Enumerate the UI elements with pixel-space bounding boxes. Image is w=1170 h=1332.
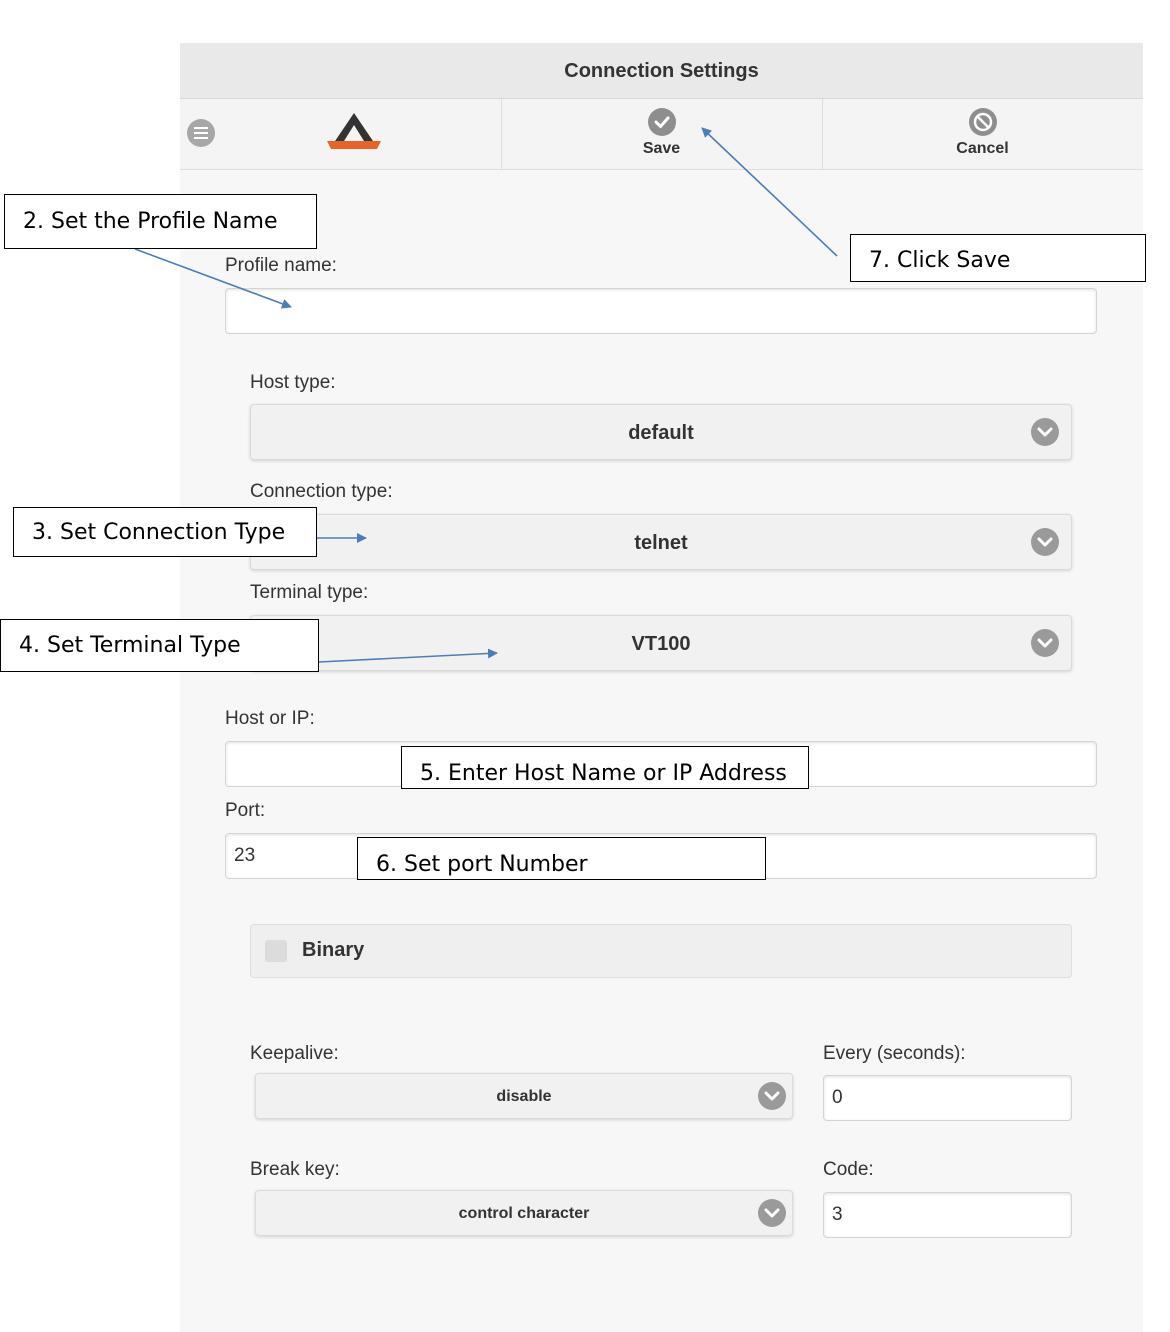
arrow-to-profile-name bbox=[134, 248, 292, 309]
arrow-to-save bbox=[701, 127, 838, 257]
annotation-step-4: 4. Set Terminal Type bbox=[0, 619, 319, 672]
annotation-step-2: 2. Set the Profile Name bbox=[4, 194, 317, 249]
annotation-step-6: 6. Set port Number bbox=[357, 837, 766, 880]
arrow-to-terminal-type bbox=[318, 648, 498, 663]
annotation-step-3: 3. Set Connection Type bbox=[13, 507, 317, 557]
annotation-step-7: 7. Click Save bbox=[850, 234, 1146, 282]
annotation-step-5: 5. Enter Host Name or IP Address bbox=[401, 746, 809, 789]
